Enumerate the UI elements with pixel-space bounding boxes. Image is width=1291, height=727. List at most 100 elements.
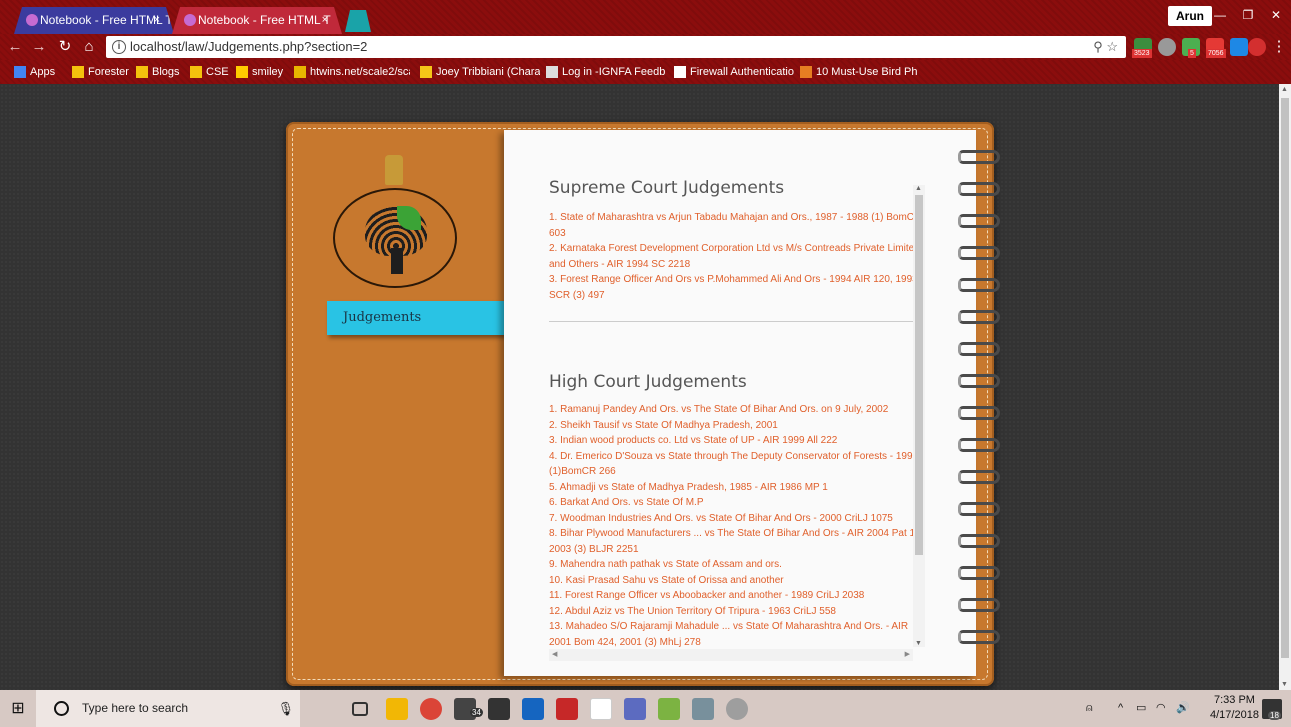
panel-scrollbar-thumb[interactable] [915, 195, 923, 555]
page-icon [294, 66, 306, 78]
clock-time: 7:33 PM [1213, 694, 1255, 706]
battery-icon[interactable]: ▭ [1136, 690, 1146, 727]
scroll-down-icon[interactable]: ▼ [915, 640, 922, 647]
tab-title: Notebook - Free HTML T [198, 13, 331, 27]
bookmark-firewall[interactable]: Firewall Authenticatio [674, 60, 796, 84]
page-icon [800, 66, 812, 78]
app-badge: 34 [470, 708, 483, 717]
google-icon[interactable] [590, 698, 612, 720]
folder-icon [190, 66, 202, 78]
address-bar[interactable]: i localhost/law/Judgements.php?section=2… [106, 36, 1126, 58]
back-icon[interactable]: ← [6, 38, 24, 56]
bookmark-label: 10 Must-Use Bird Ph [816, 66, 918, 78]
spiral-ring [958, 502, 1000, 516]
bookmark-htwins[interactable]: htwins.net/scale2/sca [294, 60, 410, 84]
judgement-link[interactable]: 6. Barkat And Ors. vs State Of M.P [549, 495, 926, 511]
app-icon[interactable] [692, 698, 714, 720]
scroll-right-icon[interactable]: ▶ [905, 650, 910, 658]
spiral-ring [958, 630, 1000, 644]
browser-tab-2[interactable]: Notebook - Free HTML T × [172, 7, 342, 34]
spiral-binding [958, 150, 1004, 670]
judgement-link[interactable]: 8. Bihar Plywood Manufacturers ... vs Th… [549, 526, 926, 557]
scrollbar-thumb[interactable] [1281, 98, 1289, 658]
extension-icon[interactable] [1158, 38, 1176, 56]
bookmark-label: smiley [252, 66, 284, 78]
bookmark-cse[interactable]: CSE [190, 60, 229, 84]
close-tab-icon[interactable]: × [154, 7, 160, 34]
taskbar-search[interactable]: Type here to search 🎙 [36, 690, 300, 727]
judgement-link[interactable]: 9. Mahendra nath pathak vs State of Assa… [549, 557, 926, 573]
windows-start-icon[interactable]: ⊞ [0, 690, 36, 727]
microphone-icon[interactable]: 🎙 [277, 690, 294, 727]
app-icon[interactable] [658, 698, 680, 720]
panel-horizontal-scrollbar[interactable]: ◀ ▶ [549, 649, 913, 661]
browser-tab-1[interactable]: Notebook - Free HTML T × [14, 7, 174, 34]
bookmark-blogs[interactable]: Blogs [136, 60, 180, 84]
volume-icon[interactable]: 🔊 [1176, 690, 1190, 727]
bookmark-joey[interactable]: Joey Tribbiani (Chara [420, 60, 540, 84]
bookmark-forester[interactable]: Forester [72, 60, 129, 84]
tree-trunk [391, 248, 403, 274]
tray-chevron-icon[interactable]: ^ [1118, 690, 1123, 727]
people-icon[interactable]: ⍝ [1086, 690, 1093, 727]
reload-icon[interactable]: ↻ [56, 38, 74, 56]
close-window-icon[interactable]: ✕ [1262, 4, 1290, 26]
info-icon[interactable]: i [112, 40, 126, 54]
acrobat-icon[interactable] [556, 698, 578, 720]
zoom-star-icons[interactable]: ⚲ ☆ [1093, 36, 1118, 58]
restore-icon[interactable]: ❐ [1234, 4, 1262, 26]
forward-icon[interactable]: → [30, 38, 48, 56]
page-icon [674, 66, 686, 78]
spiral-ring [958, 374, 1000, 388]
browser-toolbar: ← → ↻ ⌂ i localhost/law/Judgements.php?s… [0, 34, 1291, 60]
scroll-left-icon[interactable]: ◀ [552, 650, 557, 658]
bookmark-bird[interactable]: 10 Must-Use Bird Ph [800, 60, 918, 84]
wifi-icon[interactable]: ◠ [1156, 690, 1166, 727]
judgement-link[interactable]: 10. Kasi Prasad Sahu vs State of Orissa … [549, 573, 926, 589]
app-icon[interactable] [726, 698, 748, 720]
judgement-link[interactable]: 3. Indian wood products co. Ltd vs State… [549, 433, 926, 449]
spiral-ring [958, 470, 1000, 484]
supreme-court-heading: Supreme Court Judgements [549, 178, 785, 198]
page-scrollbar[interactable]: ▲ ▼ [1279, 84, 1291, 690]
notification-count: 18 [1268, 711, 1281, 720]
judgement-link[interactable]: 2. Sheikh Tausif vs State Of Madhya Prad… [549, 418, 926, 434]
bookmark-apps[interactable]: Apps [14, 60, 55, 84]
judgement-link[interactable]: 4. Dr. Emerico D'Souza vs State through … [549, 449, 926, 480]
clock[interactable]: 7:33 PM 4/17/2018 [1210, 693, 1259, 723]
page-icon [546, 66, 558, 78]
new-tab-button[interactable] [345, 10, 371, 32]
chrome-icon[interactable] [420, 698, 442, 720]
extension-icon[interactable] [1230, 38, 1248, 56]
judgement-link[interactable]: 1. Ramanuj Pandey And Ors. vs The State … [549, 402, 926, 418]
app-icon[interactable] [624, 698, 646, 720]
scroll-up-icon[interactable]: ▲ [1281, 86, 1288, 93]
home-icon[interactable]: ⌂ [80, 38, 98, 56]
nav-item-judgements[interactable]: Judgements [327, 301, 505, 335]
close-tab-icon[interactable]: × [322, 7, 328, 34]
judgement-link[interactable]: 7. Woodman Industries And Ors. vs State … [549, 511, 926, 527]
minimize-icon[interactable]: — [1206, 4, 1234, 26]
menu-kebab-icon[interactable]: ⋮ [1270, 38, 1288, 56]
scroll-up-icon[interactable]: ▲ [915, 185, 922, 192]
judgement-link[interactable]: 2. Karnataka Forest Development Corporat… [549, 241, 926, 272]
judgement-link[interactable]: 3. Forest Range Officer And Ors vs P.Moh… [549, 272, 926, 303]
bookmark-ignfa[interactable]: Log in -IGNFA Feedb [546, 60, 666, 84]
task-view-icon[interactable] [352, 702, 368, 716]
folder-icon [136, 66, 148, 78]
judgement-link[interactable]: 13. Mahadeo S/O Rajaramji Mahadule ... v… [549, 619, 926, 650]
extension-icon[interactable] [1248, 38, 1266, 56]
url-text: localhost/law/Judgements.php?section=2 [130, 39, 368, 54]
judgement-link[interactable]: 12. Abdul Aziz vs The Union Territory Of… [549, 604, 926, 620]
spiral-ring [958, 246, 1000, 260]
judgement-link[interactable]: 1. State of Maharashtra vs Arjun Tabadu … [549, 210, 926, 241]
sticky-notes-icon[interactable] [488, 698, 510, 720]
scroll-down-icon[interactable]: ▼ [1281, 681, 1288, 688]
bookmark-smiley[interactable]: smiley [236, 60, 283, 84]
panel-scrollbar[interactable]: ▲ ▼ [913, 185, 925, 647]
judgement-link[interactable]: 5. Ahmadji vs State of Madhya Pradesh, 1… [549, 480, 926, 496]
judgement-link[interactable]: 11. Forest Range Officer vs Aboobacker a… [549, 588, 926, 604]
academy-logo [333, 188, 457, 288]
file-explorer-icon[interactable] [386, 698, 408, 720]
store-icon[interactable] [522, 698, 544, 720]
